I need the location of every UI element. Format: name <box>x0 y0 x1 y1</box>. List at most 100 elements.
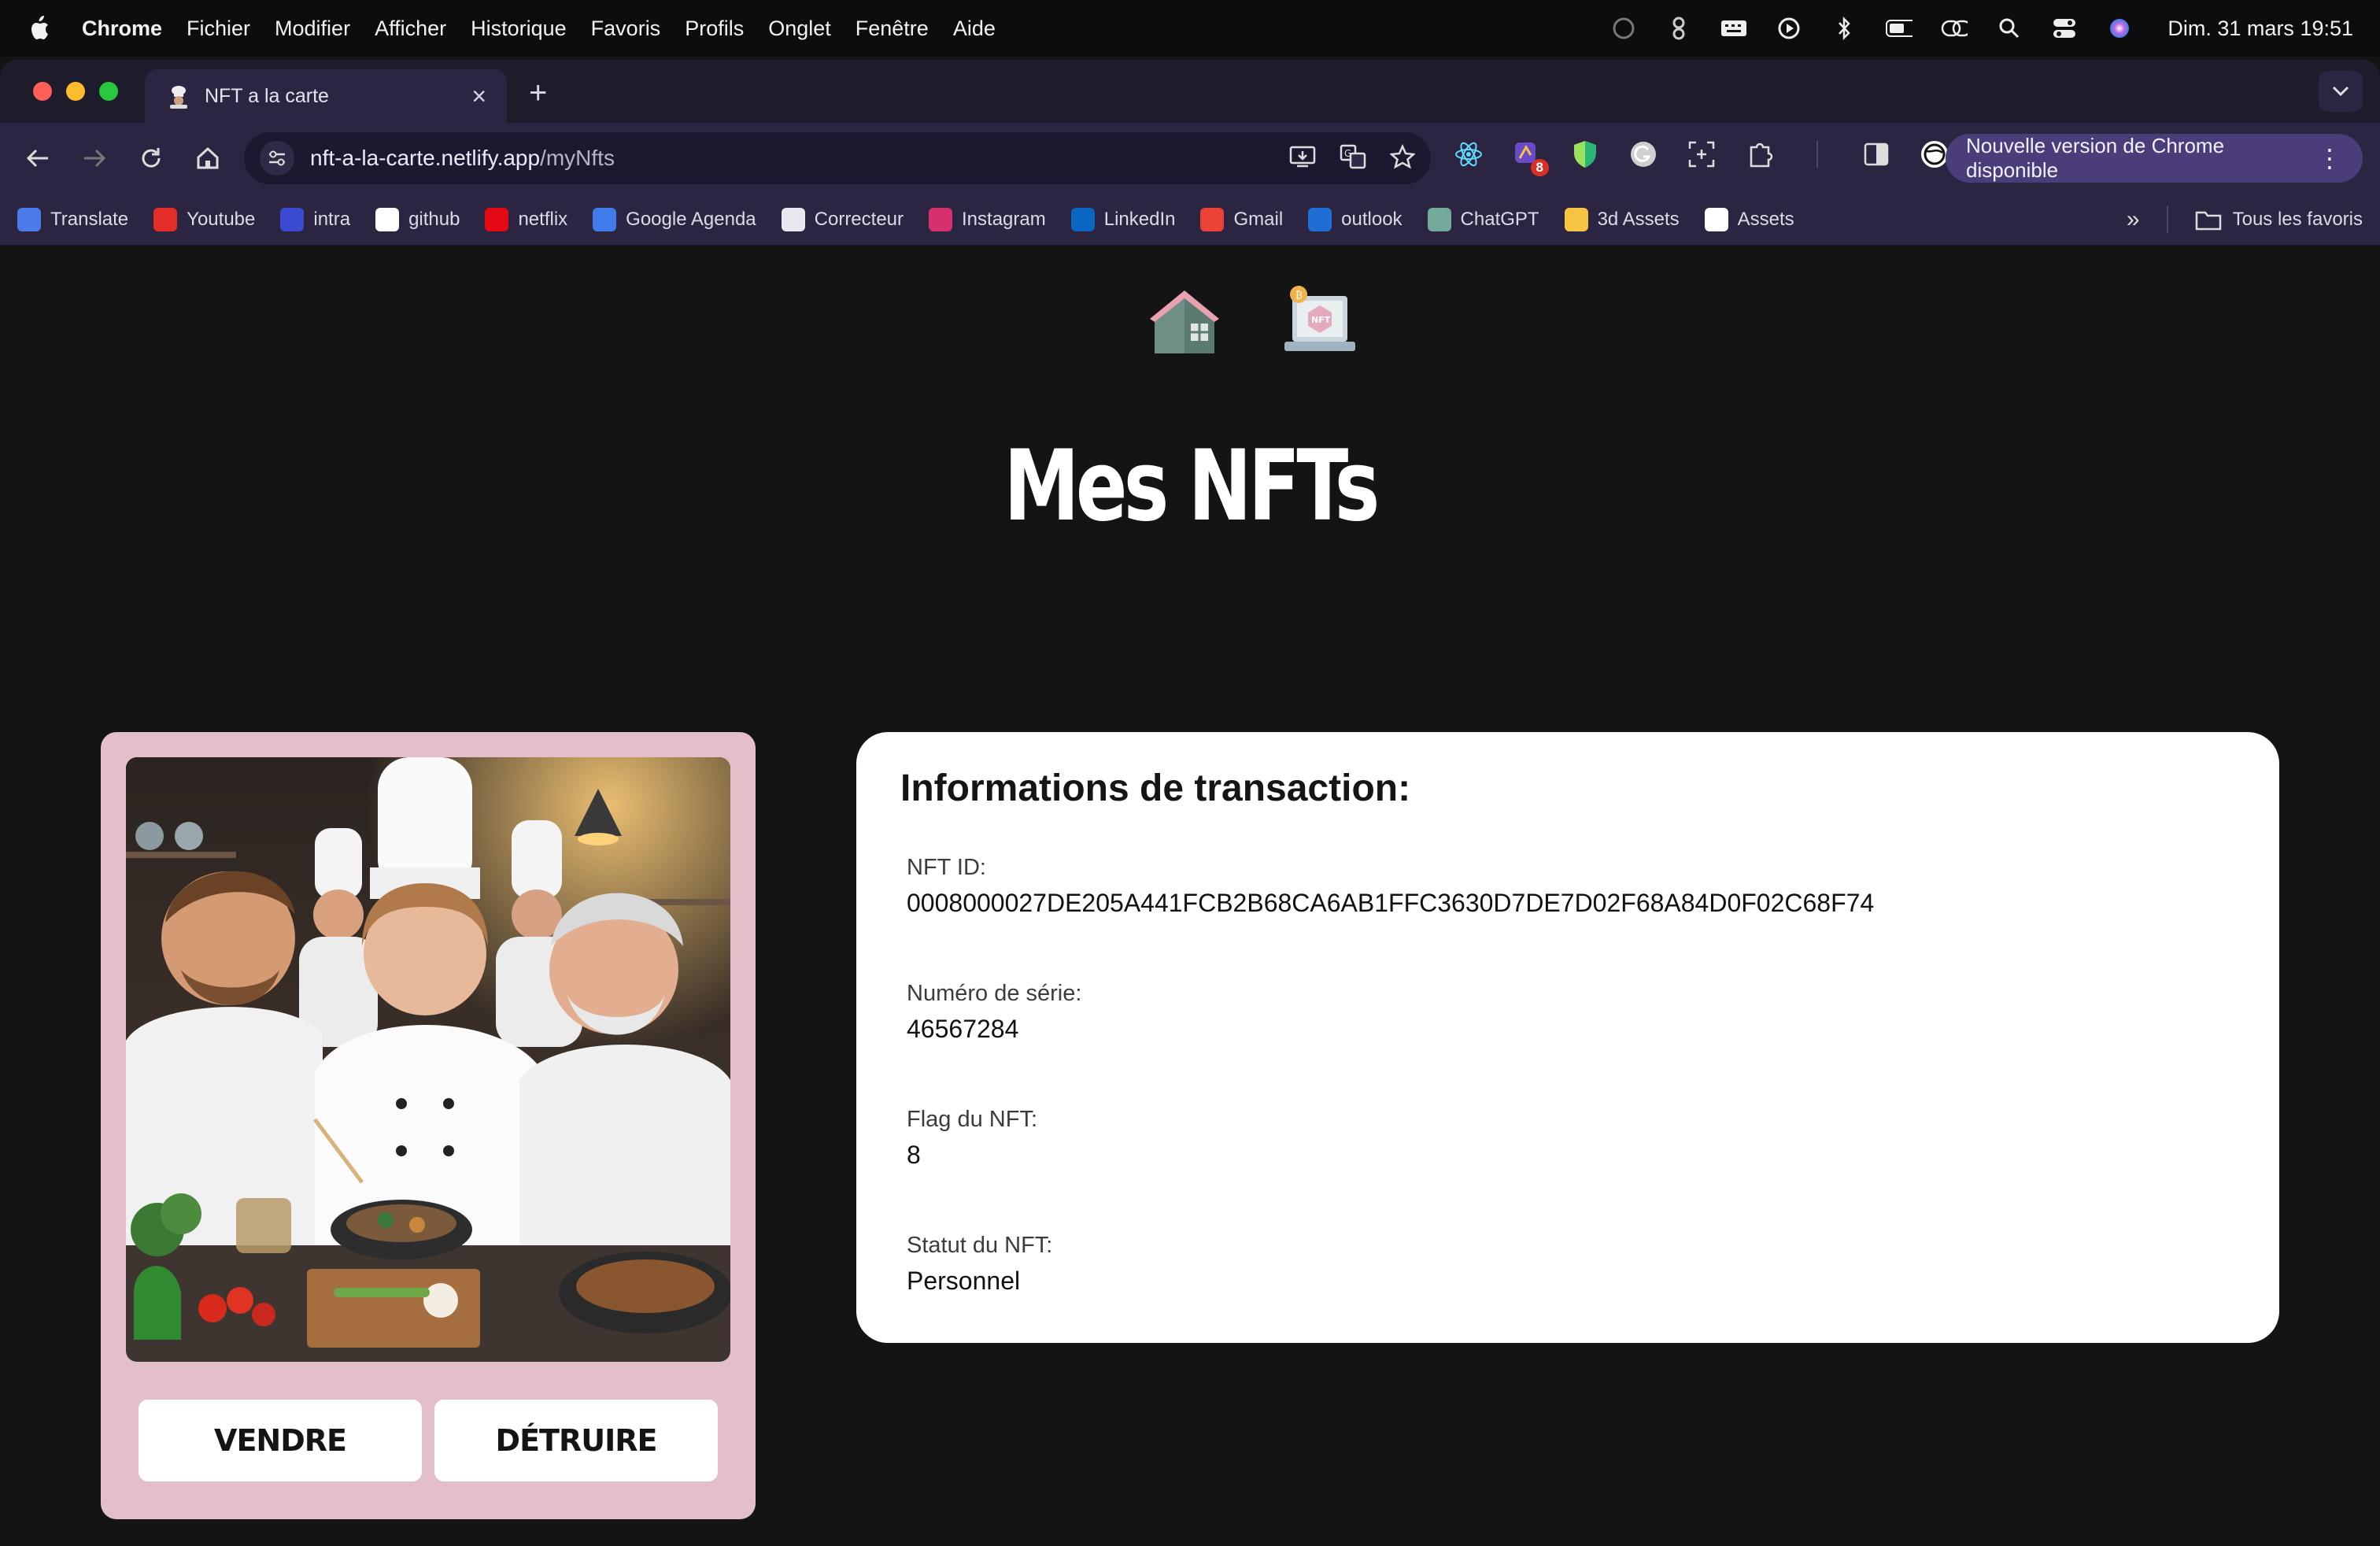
grammarly-extension-icon[interactable] <box>1628 139 1659 170</box>
bookmark-chatgpt[interactable]: ChatGPT <box>1427 207 1539 231</box>
menu-fichier[interactable]: Fichier <box>187 17 250 41</box>
bookmark-label: github <box>408 208 460 230</box>
bookmark-label: Translate <box>50 208 129 230</box>
scripting-icon[interactable] <box>1665 17 1692 40</box>
bookmark-label: outlook <box>1341 208 1402 230</box>
menu-afficher[interactable]: Afficher <box>375 17 446 41</box>
bookmark-linkedin[interactable]: LinkedIn <box>1070 207 1176 231</box>
bookmark-gmail[interactable]: Gmail <box>1200 207 1283 231</box>
reload-icon[interactable] <box>131 138 172 179</box>
menubar-clock[interactable]: Dim. 31 mars 19:51 <box>2168 17 2353 41</box>
sell-button[interactable]: VENDRE <box>139 1400 422 1481</box>
nft-status-value: Personnel <box>907 1267 1021 1295</box>
address-bar[interactable]: nft-a-la-carte.netlify.app/myNfts G <box>244 132 1431 184</box>
menu-app-chrome[interactable]: Chrome <box>82 17 162 41</box>
google-translate-icon <box>17 207 41 231</box>
screenshot-icon[interactable] <box>1686 139 1717 170</box>
bookmark-instagram[interactable]: Instagram <box>929 207 1046 231</box>
macos-menubar: Chrome Fichier Modifier Afficher Histori… <box>0 0 2380 57</box>
close-window-button[interactable] <box>33 82 52 101</box>
folder-icon <box>2195 211 2221 230</box>
page-title: Mes NFTs <box>1003 430 1380 543</box>
bookmark-label: Google Agenda <box>626 208 756 230</box>
siri-icon[interactable] <box>2106 17 2133 40</box>
react-devtools-icon[interactable] <box>1453 139 1484 170</box>
linkedin-icon <box>1070 207 1095 231</box>
nft-laptop-icon[interactable]: NFT ₿ <box>1277 279 1363 365</box>
bookmark-outlook[interactable]: outlook <box>1308 207 1402 231</box>
all-bookmarks-label: Tous les favoris <box>2232 208 2363 230</box>
new-tab-icon[interactable]: + <box>529 76 547 111</box>
tab-nft-a-la-carte[interactable]: NFT a la carte × <box>145 69 507 123</box>
bookmark-label: ChatGPT <box>1460 208 1539 230</box>
side-panel-icon[interactable] <box>1861 139 1892 170</box>
all-bookmarks-folder[interactable]: Tous les favoris <box>2195 209 2363 231</box>
bookmark-correcteur[interactable]: Correcteur <box>781 207 904 231</box>
tab-search-button[interactable] <box>2319 71 2363 112</box>
more-options-icon[interactable]: ⋮ <box>2317 143 2342 173</box>
chatgpt-icon <box>1427 207 1451 231</box>
extension-with-badge-icon[interactable]: 8 <box>1511 139 1549 176</box>
more-bookmarks-icon[interactable]: » <box>2127 206 2140 233</box>
screen-mirroring-icon[interactable] <box>1941 17 1968 40</box>
shield-icon[interactable] <box>1569 139 1601 170</box>
close-tab-icon[interactable]: × <box>471 82 486 111</box>
chrome-window: NFT a la carte × + nft-a-la-carte.netlif… <box>0 60 2380 1546</box>
field-serial-number: Numéro de série: 46567284 <box>907 981 1081 1044</box>
field-label: Flag du NFT: <box>907 1107 1037 1132</box>
zoom-window-button[interactable] <box>99 82 118 101</box>
bookmark-github[interactable]: github <box>375 207 460 231</box>
menu-modifier[interactable]: Modifier <box>275 17 350 41</box>
bookmark-label: LinkedIn <box>1103 208 1176 230</box>
bookmark-label: Assets <box>1737 208 1794 230</box>
install-app-icon[interactable] <box>1289 145 1316 172</box>
tab-strip: NFT a la carte × + <box>0 60 2380 123</box>
window-controls <box>33 82 118 101</box>
youtube-icon <box>153 207 178 231</box>
bookmark-google-agenda[interactable]: Google Agenda <box>593 207 756 231</box>
site-settings-icon[interactable] <box>260 141 294 176</box>
grammarly-icon[interactable] <box>1610 17 1637 40</box>
play-icon[interactable] <box>1776 17 1802 40</box>
chrome-update-button[interactable]: Nouvelle version de Chrome disponible ⋮ <box>1946 134 2363 183</box>
field-label: Statut du NFT: <box>907 1233 1053 1258</box>
menu-favoris[interactable]: Favoris <box>591 17 661 41</box>
battery-icon[interactable] <box>1886 17 1913 40</box>
bookmark-intra[interactable]: intra <box>280 207 350 231</box>
bookmark-assets[interactable]: Assets <box>1704 207 1794 231</box>
github-icon <box>375 207 400 231</box>
menu-historique[interactable]: Historique <box>471 17 567 41</box>
bookmark-translate[interactable]: Translate <box>17 207 129 231</box>
house-icon[interactable] <box>1141 279 1228 365</box>
menu-profils[interactable]: Profils <box>685 17 744 41</box>
keyboard-icon[interactable] <box>1720 17 1747 40</box>
bookmarks-divider <box>2166 205 2168 233</box>
bluetooth-icon[interactable] <box>1831 16 1857 41</box>
menu-onglet[interactable]: Onglet <box>768 17 831 41</box>
minimize-window-button[interactable] <box>66 82 85 101</box>
bookmark-youtube[interactable]: Youtube <box>153 207 255 231</box>
bookmarks-bar: Translate Youtube intra github netflix Google… <box>0 194 2380 246</box>
3d-assets-icon <box>1564 207 1588 231</box>
translate-page-icon[interactable]: G <box>1340 144 1366 173</box>
menu-aide[interactable]: Aide <box>953 17 996 41</box>
bookmark-label: netflix <box>518 208 568 230</box>
burn-button[interactable]: DÉTRUIRE <box>434 1400 718 1481</box>
nft-image-chefs[interactable] <box>126 757 730 1362</box>
transaction-info-panel: Informations de transaction: NFT ID: 000… <box>856 732 2279 1343</box>
url-text[interactable]: nft-a-la-carte.netlify.app/myNfts <box>310 146 615 171</box>
nft-id-value: 0008000027DE205A441FCB2B68CA6AB1FFC3630D… <box>907 889 1875 917</box>
bookmark-label: Instagram <box>962 208 1046 230</box>
bookmark-3d-assets[interactable]: 3d Assets <box>1564 207 1680 231</box>
netflix-icon <box>485 207 509 231</box>
bookmark-netflix[interactable]: netflix <box>485 207 568 231</box>
spotlight-icon[interactable] <box>1996 17 2023 40</box>
home-icon[interactable] <box>187 138 228 179</box>
bookmark-star-icon[interactable] <box>1388 143 1417 173</box>
extensions-puzzle-icon[interactable] <box>1744 139 1776 170</box>
menu-fenetre[interactable]: Fenêtre <box>856 17 929 41</box>
forward-icon[interactable] <box>74 138 115 179</box>
apple-icon[interactable] <box>27 15 50 42</box>
back-icon[interactable] <box>17 138 58 179</box>
control-center-icon[interactable] <box>2051 17 2078 40</box>
